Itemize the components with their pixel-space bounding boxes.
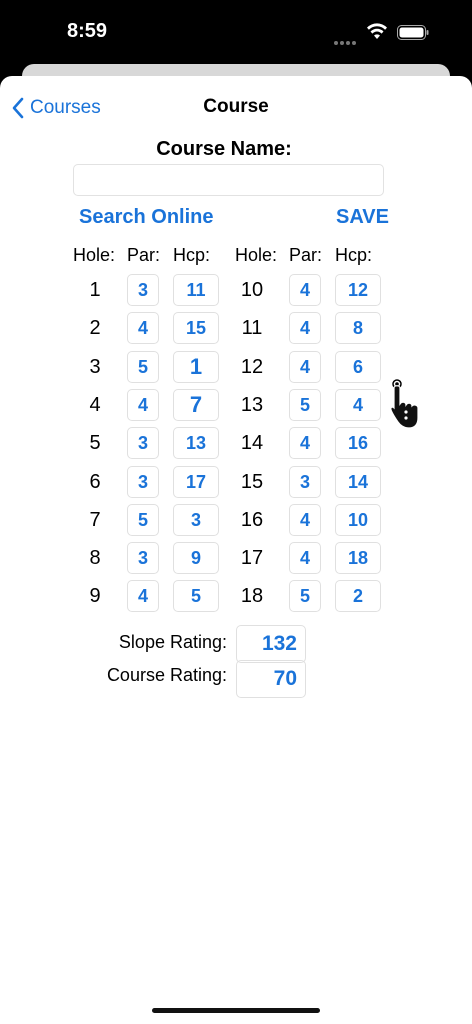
course-name-field[interactable]	[73, 164, 384, 196]
hole-number: 3	[89, 356, 101, 378]
par-field[interactable]: 4	[289, 312, 321, 344]
slope-rating-label: Slope Rating:	[118, 632, 227, 652]
hcp-field[interactable]: 6	[335, 351, 381, 383]
hcp-field[interactable]: 1	[173, 351, 219, 383]
wifi-icon	[367, 23, 387, 39]
par-field[interactable]: 4	[289, 274, 321, 306]
hole-number: 7	[89, 509, 101, 531]
par-field[interactable]: 3	[289, 466, 321, 498]
battery-icon	[397, 25, 429, 40]
hcp-field[interactable]: 2	[335, 580, 381, 612]
hole-number: 16	[240, 509, 264, 531]
hole-number: 18	[240, 585, 264, 607]
hole-number: 15	[240, 471, 264, 493]
hole-number: 11	[241, 317, 263, 339]
hcp-header-back: Hcp:	[335, 245, 373, 265]
hand-pointer-icon	[390, 379, 419, 429]
course-rating-label: Course Rating:	[106, 665, 227, 685]
hole-number: 2	[89, 317, 101, 339]
course-name-label: Course Name:	[156, 138, 292, 160]
hcp-field[interactable]: 4	[335, 389, 381, 421]
hole-number: 12	[240, 356, 264, 378]
par-field[interactable]: 3	[127, 542, 159, 574]
hcp-header-front: Hcp:	[173, 245, 211, 265]
par-field[interactable]: 5	[127, 351, 159, 383]
hcp-field[interactable]: 14	[335, 466, 381, 498]
hole-number: 17	[240, 547, 264, 569]
slope-rating-field[interactable]: 132	[236, 625, 306, 663]
hcp-field[interactable]: 11	[173, 274, 219, 306]
hole-number: 9	[89, 585, 101, 607]
hcp-field[interactable]: 12	[335, 274, 381, 306]
hcp-field[interactable]: 9	[173, 542, 219, 574]
par-field[interactable]: 4	[289, 542, 321, 574]
page-title: Course	[203, 96, 269, 117]
par-field[interactable]: 4	[289, 427, 321, 459]
course-rating-field[interactable]: 70	[236, 660, 306, 698]
hole-number: 1	[89, 279, 101, 301]
par-field[interactable]: 4	[127, 312, 159, 344]
hcp-field[interactable]: 15	[173, 312, 219, 344]
hcp-field[interactable]: 10	[335, 504, 381, 536]
hcp-field[interactable]: 16	[335, 427, 381, 459]
search-online-button[interactable]: Search Online	[79, 206, 214, 229]
par-field[interactable]: 3	[127, 427, 159, 459]
hole-header-back: Hole:	[235, 245, 278, 265]
par-field[interactable]: 3	[127, 274, 159, 306]
par-field[interactable]: 3	[127, 466, 159, 498]
hcp-field[interactable]: 7	[173, 389, 219, 421]
hole-number: 5	[89, 432, 101, 454]
hole-number: 13	[240, 394, 264, 416]
par-field[interactable]: 4	[127, 580, 159, 612]
hole-header-front: Hole:	[73, 245, 116, 265]
hcp-field[interactable]: 13	[173, 427, 219, 459]
hole-number: 10	[240, 279, 264, 301]
cellular-signal-icon	[334, 32, 358, 45]
par-field[interactable]: 5	[127, 504, 159, 536]
par-field[interactable]: 5	[289, 580, 321, 612]
par-field[interactable]: 4	[289, 351, 321, 383]
status-time: 8:59	[67, 20, 108, 42]
home-indicator[interactable]	[152, 1008, 320, 1013]
hcp-field[interactable]: 5	[173, 580, 219, 612]
par-field[interactable]: 4	[289, 504, 321, 536]
par-header-front: Par:	[127, 245, 161, 265]
save-button[interactable]: SAVE	[336, 206, 389, 229]
hcp-field[interactable]: 17	[173, 466, 219, 498]
hcp-field[interactable]: 3	[173, 504, 219, 536]
par-header-back: Par:	[289, 245, 323, 265]
hcp-field[interactable]: 8	[335, 312, 381, 344]
hole-number: 14	[240, 432, 264, 454]
hole-number: 6	[89, 471, 101, 493]
hcp-field[interactable]: 18	[335, 542, 381, 574]
par-field[interactable]: 5	[289, 389, 321, 421]
par-field[interactable]: 4	[127, 389, 159, 421]
status-bar: 8:59	[0, 0, 472, 64]
hole-number: 4	[89, 394, 101, 416]
hole-number: 8	[89, 547, 101, 569]
